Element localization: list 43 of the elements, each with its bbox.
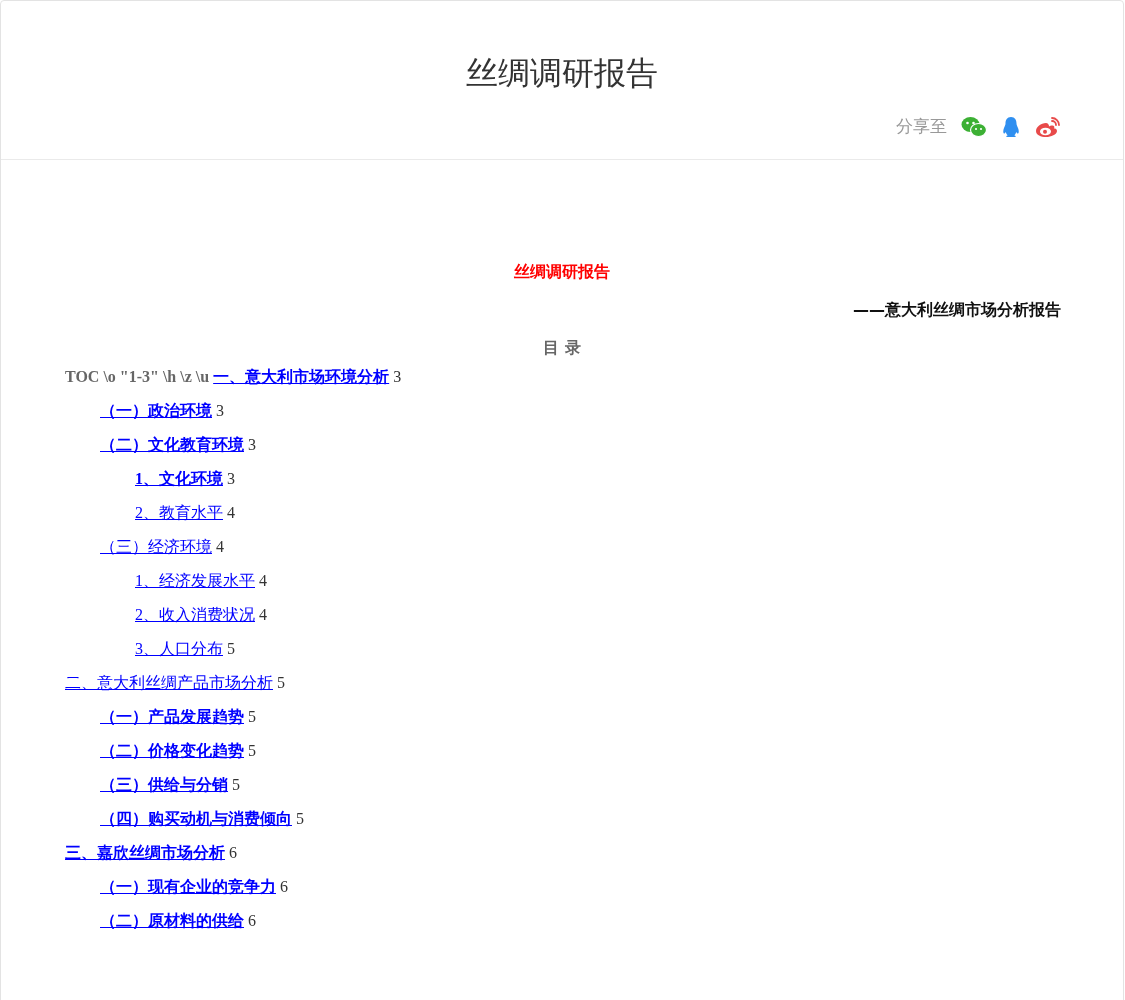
page-number: 6 xyxy=(280,878,288,895)
toc-link[interactable]: （一）政治环境 xyxy=(100,402,212,419)
page-number: 3 xyxy=(227,470,235,487)
toc-heading: 目 录 xyxy=(542,337,582,359)
page-number: 5 xyxy=(248,708,256,725)
share-label: 分享至 xyxy=(896,115,947,138)
toc-link[interactable]: 一、意大利市场环境分析 xyxy=(213,368,390,385)
toc-link[interactable]: （三）供给与分销 xyxy=(100,776,228,793)
page-number: 6 xyxy=(229,844,237,861)
toc-link[interactable]: 2、教育水平 xyxy=(135,504,223,521)
page-number: 5 xyxy=(277,674,285,691)
toc-link[interactable]: 二、意大利丝绸产品市场分析 xyxy=(65,674,273,691)
toc-link[interactable]: 2、收入消费状况 xyxy=(135,606,255,623)
eye-logo-icon[interactable] xyxy=(1035,115,1061,138)
toc-link[interactable]: （二）文化教育环境 xyxy=(100,436,244,453)
toc-link[interactable]: 1、经济发展水平 xyxy=(135,572,255,589)
page-number: 4 xyxy=(259,572,267,589)
toc-link[interactable]: （一）产品发展趋势 xyxy=(100,708,244,725)
toc-link[interactable]: 1、文化环境 xyxy=(135,470,223,487)
page-number: 3 xyxy=(393,368,402,385)
document-title: 丝绸调研报告 xyxy=(513,261,611,283)
document-subtitle: ——意大利丝绸市场分析报告 xyxy=(852,299,1062,321)
toc-link[interactable]: （三）经济环境 xyxy=(100,538,212,555)
page-number: 5 xyxy=(232,776,240,793)
chat-bubbles-icon[interactable] xyxy=(961,115,987,138)
page-number: 5 xyxy=(296,810,304,827)
page-number: 5 xyxy=(248,742,256,759)
page-number: 5 xyxy=(227,640,235,657)
toc-link[interactable]: （二）原材料的供给 xyxy=(100,912,244,929)
page-number: 4 xyxy=(216,538,224,555)
page-number: 4 xyxy=(227,504,235,521)
toc-link[interactable]: （一）现有企业的竞争力 xyxy=(100,878,276,895)
page-number: 3 xyxy=(248,436,256,453)
toc-link[interactable]: （二）价格变化趋势 xyxy=(100,742,244,759)
page-number: 4 xyxy=(259,606,267,623)
toc-link[interactable]: （四）购买动机与消费倾向 xyxy=(100,810,292,827)
toc-link[interactable]: 3、人口分布 xyxy=(135,640,223,657)
page-title: 丝绸调研报告 xyxy=(466,53,658,93)
page-number: 3 xyxy=(216,402,224,419)
toc-link[interactable]: 三、嘉欣丝绸市场分析 xyxy=(65,844,225,861)
toc-field-code: TOC \o "1-3" \h \z \u xyxy=(65,368,210,385)
page-number: 6 xyxy=(248,912,256,929)
penguin-icon[interactable] xyxy=(1001,115,1021,138)
